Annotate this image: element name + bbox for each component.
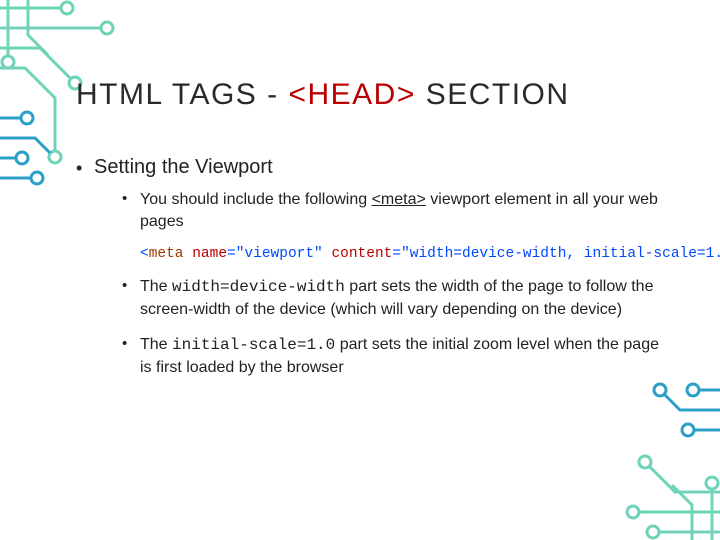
code-attr-content-val: ="width=device-width, initial-scale=1.0" <box>392 246 720 262</box>
bullet-2-text-a: The <box>140 278 172 295</box>
title-emphasis: <HEAD> <box>288 78 415 111</box>
code-tag: meta <box>149 246 184 262</box>
title-pre: HTML TAGS - <box>76 78 288 111</box>
section-heading-item: Setting the Viewport You should include … <box>76 156 660 379</box>
bullet-1-text-a: You should include the following <box>140 191 372 208</box>
bullet-3-code: initial-scale=1.0 <box>172 336 335 354</box>
code-space-1 <box>184 246 193 262</box>
code-attr-name: name <box>192 246 227 262</box>
title-post: SECTION <box>416 78 570 111</box>
code-attr-name-val: ="viewport" <box>227 246 323 262</box>
code-lt: < <box>140 246 149 262</box>
bullet-3-text-a: The <box>140 336 172 353</box>
section-heading: Setting the Viewport <box>94 156 273 178</box>
code-attr-content: content <box>331 246 392 262</box>
bullet-meta-viewport: You should include the following <meta> … <box>122 189 660 232</box>
bullet-width-device-width: The width=device-width part sets the wid… <box>122 276 660 320</box>
bullet-1-meta-tag: <meta> <box>372 191 426 208</box>
code-example-meta-viewport: <meta name="viewport" content="width=dev… <box>140 246 660 262</box>
slide-title: HTML TAGS - <HEAD> SECTION <box>76 78 660 112</box>
bullet-initial-scale: The initial-scale=1.0 part sets the init… <box>122 334 660 378</box>
slide-body: HTML TAGS - <HEAD> SECTION Setting the V… <box>0 0 720 540</box>
bullet-2-code: width=device-width <box>172 278 345 296</box>
